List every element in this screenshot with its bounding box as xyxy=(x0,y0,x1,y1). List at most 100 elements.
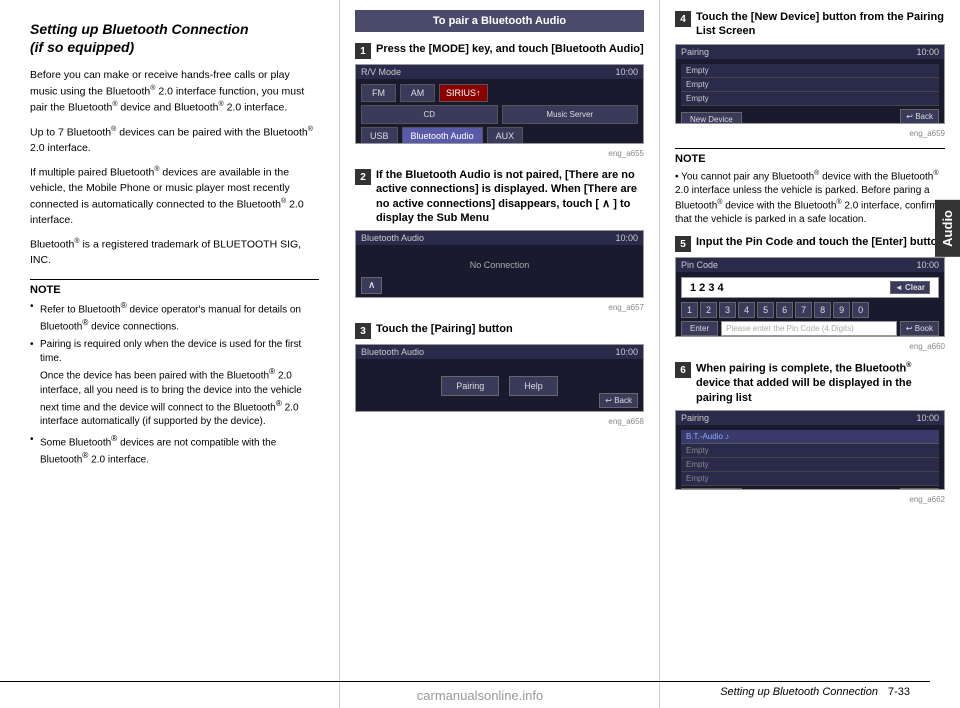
clear-button[interactable]: ◄ Clear xyxy=(890,281,930,294)
step-2-header: 2 If the Bluetooth Audio is not paired, … xyxy=(355,168,644,225)
arrow-up-button[interactable]: ∧ xyxy=(361,277,382,294)
section-title: Setting up Bluetooth Connection (if so e… xyxy=(30,20,319,56)
screen-header-5: Pin Code 10:00 xyxy=(676,258,944,272)
screen-body-6: B.T.-Audio ♪ Empty Empty Empty New Devic… xyxy=(676,425,944,490)
intro-paragraph-4: Bluetooth® is a registered trademark of … xyxy=(30,237,319,269)
new-device-button-6[interactable]: New Device xyxy=(681,488,742,490)
key-5[interactable]: 5 xyxy=(757,302,774,318)
screen-bt-label-3: Bluetooth Audio xyxy=(361,347,424,357)
step-5: 5 Input the Pin Code and touch the [Ente… xyxy=(675,235,945,351)
step-2-number: 2 xyxy=(355,169,371,185)
screen-caption-2: eng_a657 xyxy=(355,303,644,312)
screen-pairing-label-6: Pairing xyxy=(681,413,709,423)
back-button-6[interactable]: ↩ Back xyxy=(900,488,939,490)
screen-time-6: 10:00 xyxy=(916,413,939,423)
fm-button[interactable]: FM xyxy=(361,84,396,102)
screen-caption-3: eng_a658 xyxy=(355,417,644,426)
step-6: 6 When pairing is complete, the Bluetoot… xyxy=(675,361,945,504)
step-4: 4 Touch the [New Device] button from the… xyxy=(675,10,945,138)
nav-row-3: USB Bluetooth Audio AUX xyxy=(361,127,638,144)
right-note-text: • You cannot pair any Bluetooth® device … xyxy=(675,169,945,228)
key-7[interactable]: 7 xyxy=(795,302,812,318)
paired-empty-3: Empty xyxy=(681,472,939,486)
step-4-header: 4 Touch the [New Device] button from the… xyxy=(675,10,945,39)
list-item-empty-2: Empty xyxy=(681,78,939,92)
pin-value: 1 2 3 4 xyxy=(690,282,724,294)
sirius-button[interactable]: SIRIUS↑ xyxy=(439,84,488,102)
step-6-text: When pairing is complete, the Bluetooth®… xyxy=(696,361,945,405)
step-3-number: 3 xyxy=(355,323,371,339)
footer-page-number: 7-33 xyxy=(888,686,910,698)
screen-pairing-label: Pairing xyxy=(681,47,709,57)
middle-column: To pair a Bluetooth Audio 1 Press the [M… xyxy=(340,0,660,708)
intro-paragraph-2: Up to 7 Bluetooth® devices can be paired… xyxy=(30,125,319,157)
right-column: 4 Touch the [New Device] button from the… xyxy=(660,0,960,708)
pairing-button[interactable]: Pairing xyxy=(441,376,499,396)
new-device-button[interactable]: New Device xyxy=(681,112,742,124)
no-connection-text: No Connection xyxy=(361,260,638,270)
key-6[interactable]: 6 xyxy=(776,302,793,318)
step-1-text: Press the [MODE] key, and touch [Bluetoo… xyxy=(376,42,644,56)
help-button[interactable]: Help xyxy=(509,376,558,396)
key-9[interactable]: 9 xyxy=(833,302,850,318)
note-section: NOTE Refer to Bluetooth® device operator… xyxy=(30,279,319,468)
screen-time-5: 10:00 xyxy=(916,260,939,270)
note-title: NOTE xyxy=(30,284,319,296)
right-note-title: NOTE xyxy=(675,153,945,165)
screen-header-1: R/V Mode 10:00 xyxy=(356,65,643,79)
screen-no-connection: Bluetooth Audio 10:00 No Connection ∧ xyxy=(355,230,644,298)
step-6-header: 6 When pairing is complete, the Bluetoot… xyxy=(675,361,945,405)
screen-body-4: Empty Empty Empty New Device ↩ Back xyxy=(676,59,944,124)
screen-time-3: 10:00 xyxy=(615,347,638,357)
step-5-number: 5 xyxy=(675,236,691,252)
note-list: Refer to Bluetooth® device operator's ma… xyxy=(30,300,319,468)
screen-pincode-label: Pin Code xyxy=(681,260,718,270)
music-server-button[interactable]: Music Server xyxy=(502,105,639,124)
pair-options-row: Pairing Help xyxy=(361,376,638,396)
step-1-header: 1 Press the [MODE] key, and touch [Bluet… xyxy=(355,42,644,59)
key-0[interactable]: 0 xyxy=(852,302,869,318)
usb-button[interactable]: USB xyxy=(361,127,398,144)
screen-time-4: 10:00 xyxy=(916,47,939,57)
cd-button[interactable]: CD xyxy=(361,105,498,124)
step-4-text: Touch the [New Device] button from the P… xyxy=(696,10,945,39)
screen6-bottom: New Device ↩ Back xyxy=(681,488,939,490)
step-5-text: Input the Pin Code and touch the [Enter]… xyxy=(696,235,945,249)
numpad: 1 2 3 4 5 6 7 8 9 0 xyxy=(681,302,939,318)
section-header: To pair a Bluetooth Audio xyxy=(355,10,644,32)
title-text: Setting up Bluetooth Connection xyxy=(30,21,249,37)
key-1[interactable]: 1 xyxy=(681,302,698,318)
list-item-empty-1: Empty xyxy=(681,64,939,78)
bluetooth-audio-button[interactable]: Bluetooth Audio xyxy=(402,127,483,144)
screen-time-2: 10:00 xyxy=(615,233,638,243)
intro-paragraph-1: Before you can make or receive hands-fre… xyxy=(30,68,319,116)
paired-empty-1: Empty xyxy=(681,444,939,458)
screen4-bottom: New Device ↩ Back xyxy=(681,109,939,124)
key-2[interactable]: 2 xyxy=(700,302,717,318)
screen-body-2: No Connection xyxy=(356,245,643,275)
aux-button[interactable]: AUX xyxy=(487,127,524,144)
key-4[interactable]: 4 xyxy=(738,302,755,318)
step-3-text: Touch the [Pairing] button xyxy=(376,322,644,336)
audio-sidebar-tab: Audio xyxy=(935,200,960,257)
am-button[interactable]: AM xyxy=(400,84,435,102)
list-item-empty-3: Empty xyxy=(681,92,939,106)
step-3: 3 Touch the [Pairing] button Bluetooth A… xyxy=(355,322,644,426)
key-3[interactable]: 3 xyxy=(719,302,736,318)
note-item-1: Refer to Bluetooth® device operator's ma… xyxy=(30,300,319,335)
screen-pairing-list: Pairing 10:00 Empty Empty Empty New Devi… xyxy=(675,44,945,124)
back-button-4[interactable]: ↩ Back xyxy=(900,109,939,124)
watermark: carmanualsonline.info xyxy=(417,688,543,703)
screen-rv-mode: R/V Mode 10:00 FM AM SIRIUS↑ CD Music Se… xyxy=(355,64,644,144)
intro-paragraph-3: If multiple paired Bluetooth® devices ar… xyxy=(30,165,319,229)
back-button-5[interactable]: ↩ Book xyxy=(900,321,939,336)
note-item-2: Pairing is required only when the device… xyxy=(30,338,319,429)
back-button-3[interactable]: ↩ Back xyxy=(599,393,638,408)
enter-button[interactable]: Enter xyxy=(681,321,718,336)
page-container: Setting up Bluetooth Connection (if so e… xyxy=(0,0,960,708)
key-8[interactable]: 8 xyxy=(814,302,831,318)
screen-caption-5: eng_a660 xyxy=(675,342,945,351)
screen-pin-code: Pin Code 10:00 1 2 3 4 ◄ Clear 1 2 3 4 5… xyxy=(675,257,945,337)
screen-bt-label: Bluetooth Audio xyxy=(361,233,424,243)
screen-time-1: 10:00 xyxy=(615,67,638,77)
